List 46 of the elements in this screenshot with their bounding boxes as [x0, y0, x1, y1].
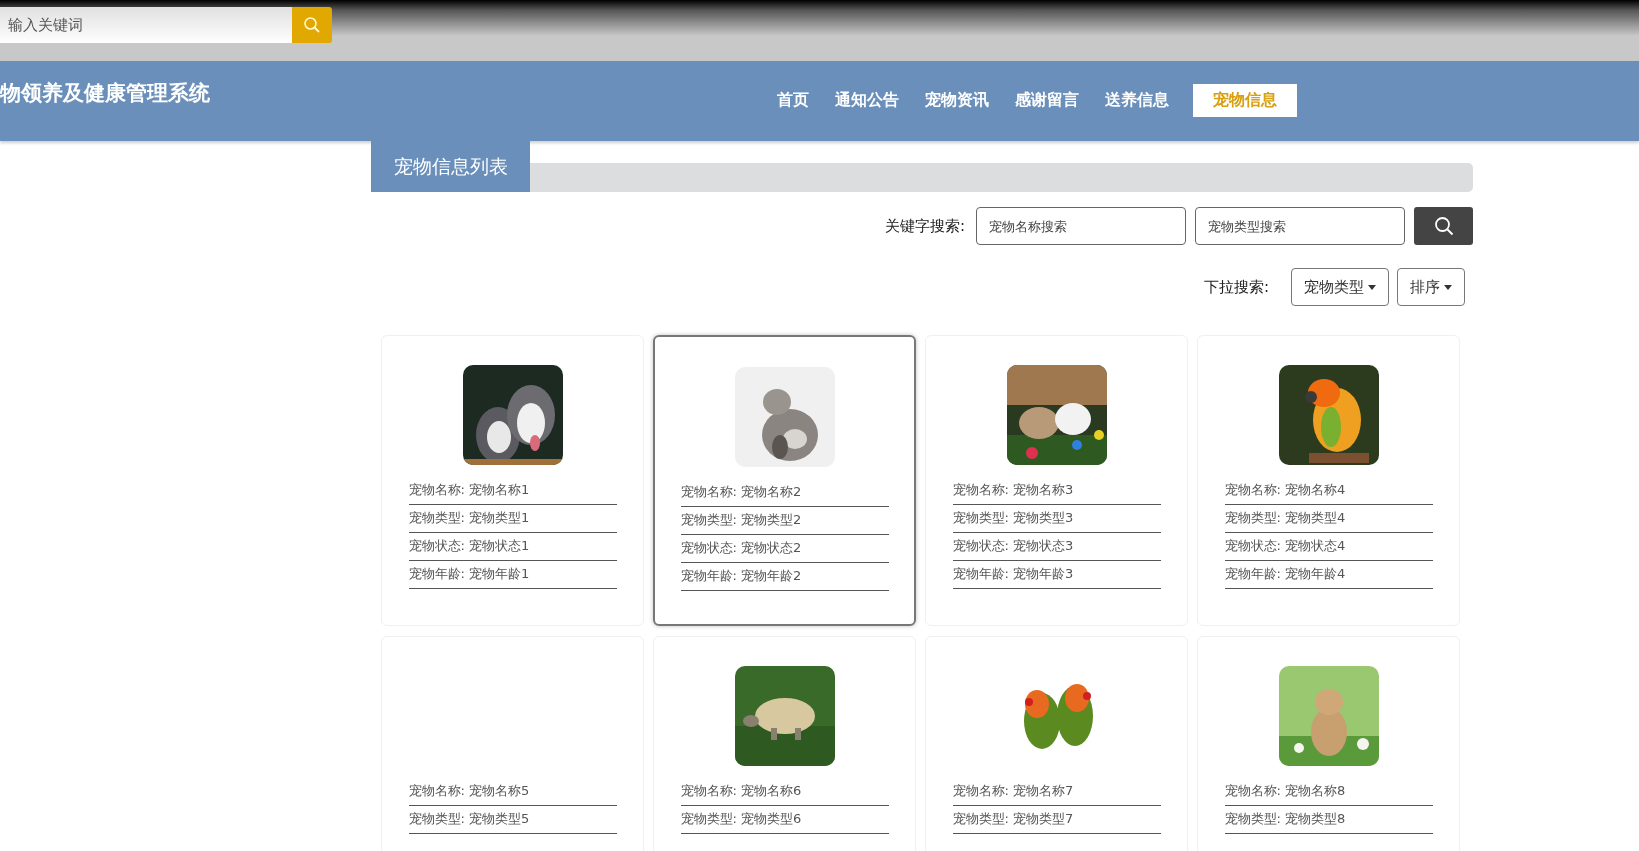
pet-field: 宠物状态: 宠物状态2 — [680, 535, 889, 563]
pet-field: 宠物名称: 宠物名称4 — [1224, 477, 1433, 505]
dropdown-button[interactable]: 排序 — [1397, 268, 1465, 306]
pet-field: 宠物名称: 宠物名称2 — [680, 479, 889, 507]
search-icon — [1433, 216, 1454, 236]
search-label: 关键字搜索: — [884, 216, 965, 236]
pet-field: 宠物状态: 宠物状态1 — [408, 533, 617, 561]
pet-card[interactable]: 宠物名称: 宠物名称5 宠物类型: 宠物类型5 — [381, 636, 644, 851]
pet-card[interactable]: 宠物名称: 宠物名称6 宠物类型: 宠物类型6 — [653, 636, 916, 851]
pet-field: 宠物名称: 宠物名称3 — [952, 477, 1161, 505]
pet-field: 宠物类型: 宠物类型5 — [408, 806, 617, 834]
pet-field: 宠物名称: 宠物名称8 — [1224, 778, 1433, 806]
pet-field: 宠物状态: 宠物状态4 — [1224, 533, 1433, 561]
pet-field: 宠物年龄: 宠物年龄1 — [408, 561, 617, 589]
pet-field: 宠物类型: 宠物类型7 — [952, 806, 1161, 834]
pet-field: 宠物类型: 宠物类型1 — [408, 505, 617, 533]
pet-field: 宠物类型: 宠物类型4 — [1224, 505, 1433, 533]
pet-field: 宠物类型: 宠物类型8 — [1224, 806, 1433, 834]
pet-field: 宠物状态: 宠物状态3 — [952, 533, 1161, 561]
dropdown-label: 下拉搜索: — [1203, 277, 1269, 297]
search-button[interactable] — [1414, 207, 1473, 245]
pet-field: 宠物名称: 宠物名称6 — [680, 778, 889, 806]
pet-field: 宠物名称: 宠物名称5 — [408, 778, 617, 806]
search-field[interactable]: 宠物名称搜索 — [976, 207, 1186, 245]
caret-icon — [1368, 284, 1376, 290]
search-field[interactable]: 输入关键词 — [0, 7, 292, 43]
pet-field: 宠物名称: 宠物名称1 — [408, 477, 617, 505]
pet-card[interactable]: 宠物名称: 宠物名称8 宠物类型: 宠物类型8 — [1197, 636, 1460, 851]
pet-card[interactable]: 宠物名称: 宠物名称3 宠物类型: 宠物类型3 宠物状态: 宠物状态3 宠物年龄: 宠物年龄3 — [925, 335, 1188, 626]
search-field[interactable]: 宠物类型搜索 — [1195, 207, 1405, 245]
caret-icon — [1444, 284, 1452, 290]
pet-field: 宠物名称: 宠物名称7 — [952, 778, 1161, 806]
pet-card[interactable]: 宠物名称: 宠物名称7 宠物类型: 宠物类型7 — [925, 636, 1188, 851]
pet-field: 宠物年龄: 宠物年龄2 — [680, 563, 889, 591]
pet-card[interactable]: 宠物名称: 宠物名称4 宠物类型: 宠物类型4 宠物状态: 宠物状态4 宠物年龄: 宠物年龄4 — [1197, 335, 1460, 626]
pet-field: 宠物年龄: 宠物年龄3 — [952, 561, 1161, 589]
section-title: 宠物信息列表 — [371, 141, 530, 192]
pet-field: 宠物年龄: 宠物年龄4 — [1224, 561, 1433, 589]
pet-card[interactable]: 宠物名称: 宠物名称1 宠物类型: 宠物类型1 宠物状态: 宠物状态1 宠物年龄: 宠物年龄1 — [381, 335, 644, 626]
dropdown-button[interactable]: 宠物类型 — [1291, 268, 1389, 306]
pet-field: 宠物类型: 宠物类型2 — [680, 507, 889, 535]
pet-field: 宠物类型: 宠物类型3 — [952, 505, 1161, 533]
pet-card[interactable]: 宠物名称: 宠物名称2 宠物类型: 宠物类型2 宠物状态: 宠物状态2 宠物年龄: 宠物年龄2 — [653, 335, 916, 626]
site-title: 物领养及健康管理系统 — [0, 80, 210, 107]
search-icon — [303, 16, 321, 34]
pet-field: 宠物类型: 宠物类型6 — [680, 806, 889, 834]
